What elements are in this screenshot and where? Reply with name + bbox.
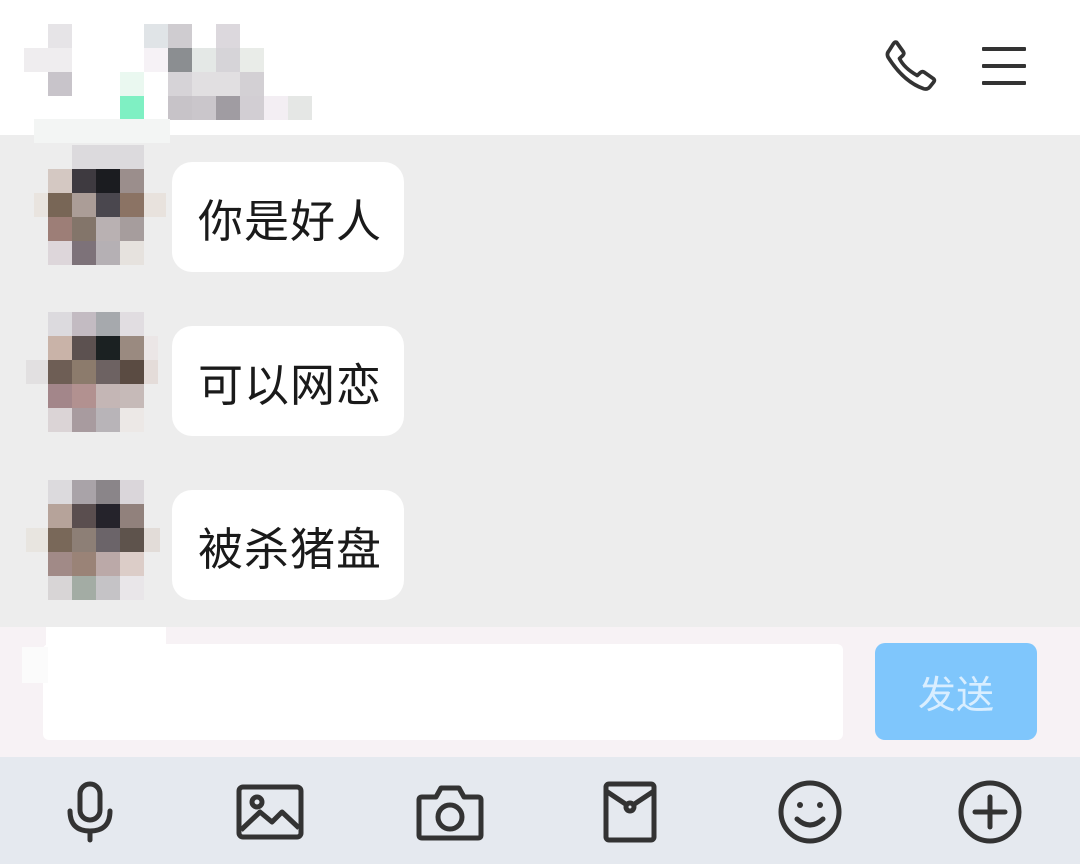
message-bubble[interactable]: 可以网恋 <box>172 326 404 436</box>
avatar[interactable] <box>24 480 168 600</box>
camera-button[interactable] <box>415 777 485 847</box>
message-input-bar: 发送 <box>0 627 1080 757</box>
message-row: 你是好人 <box>0 145 1080 272</box>
message-row: 可以网恋 <box>0 312 1080 436</box>
microphone-icon <box>62 781 118 843</box>
message-bubble[interactable]: 被杀猪盘 <box>172 490 404 600</box>
image-icon <box>236 784 304 840</box>
image-button[interactable] <box>235 777 305 847</box>
voice-input-button[interactable] <box>55 777 125 847</box>
emoji-button[interactable] <box>775 777 845 847</box>
message-bubble[interactable]: 你是好人 <box>172 162 404 272</box>
send-button[interactable]: 发送 <box>875 643 1037 740</box>
red-packet-button[interactable] <box>595 777 665 847</box>
contact-name-blur-fringe <box>34 119 170 145</box>
camera-icon <box>416 783 484 841</box>
chat-header <box>0 0 1080 135</box>
chat-menu-button[interactable] <box>972 36 1036 100</box>
red-envelope-icon <box>602 781 658 843</box>
plus-icon <box>957 779 1023 845</box>
contact-name-pixelated <box>24 24 336 124</box>
input-blur-artifact <box>22 627 168 683</box>
more-options-button[interactable] <box>955 777 1025 847</box>
hamburger-menu-icon <box>980 45 1028 91</box>
phone-icon <box>880 36 940 100</box>
avatar[interactable] <box>24 145 168 265</box>
emoji-icon <box>777 779 843 845</box>
voice-call-button[interactable] <box>878 36 942 100</box>
avatar[interactable] <box>24 312 168 432</box>
input-toolbar <box>0 757 1080 864</box>
message-row: 被杀猪盘 <box>0 480 1080 600</box>
